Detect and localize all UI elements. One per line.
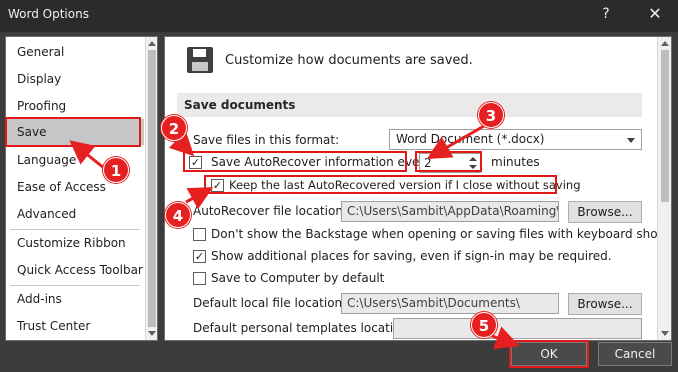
sidebar-item-display[interactable]: Display xyxy=(6,66,144,92)
autorecover-minutes-value: 2 xyxy=(424,156,432,170)
save-format-label: Save files in this format: xyxy=(193,133,340,147)
browse-button-local[interactable]: Browse... xyxy=(568,293,642,315)
dont-show-backstage-checkbox[interactable] xyxy=(193,228,206,241)
ok-button[interactable]: OK xyxy=(511,342,587,366)
panel-scrollbar[interactable] xyxy=(657,37,671,340)
show-additional-label: Show additional places for saving, even … xyxy=(211,249,612,263)
show-additional-checkbox[interactable]: ✓ xyxy=(193,250,206,263)
sidebar-item-customize-ribbon[interactable]: Customize Ribbon xyxy=(6,230,144,256)
scrollbar-thumb[interactable] xyxy=(661,50,669,202)
floppy-disk-icon xyxy=(187,47,213,73)
cancel-button[interactable]: Cancel xyxy=(598,342,672,366)
window-title: Word Options xyxy=(8,7,89,21)
sidebar-item-advanced[interactable]: Advanced xyxy=(6,201,144,227)
help-icon[interactable]: ? xyxy=(594,6,618,26)
close-icon[interactable]: ✕ xyxy=(640,4,670,28)
annotation-badge-3: 3 xyxy=(478,102,504,128)
scroll-down-icon[interactable] xyxy=(661,331,669,336)
sidebar-item-general[interactable]: General xyxy=(6,39,144,65)
keep-last-checkbox[interactable]: ✓ xyxy=(211,179,224,192)
dont-show-backstage-label: Don't show the Backstage when opening or… xyxy=(211,227,672,241)
default-templates-label: Default personal templates location: xyxy=(193,321,413,335)
save-to-computer-label: Save to Computer by default xyxy=(211,271,385,285)
sidebar-item-trust-center[interactable]: Trust Center xyxy=(6,313,144,339)
scroll-down-icon[interactable] xyxy=(148,331,156,336)
minutes-label: minutes xyxy=(491,155,540,169)
options-sidebar: General Display Proofing Save Language E… xyxy=(5,36,158,341)
annotation-badge-2: 2 xyxy=(161,115,187,141)
sidebar-item-add-ins[interactable]: Add-ins xyxy=(6,286,144,312)
autorecover-checkbox[interactable]: ✓ xyxy=(189,156,202,169)
default-templates-field[interactable] xyxy=(393,318,642,339)
sidebar-item-save[interactable]: Save xyxy=(6,119,144,145)
sidebar-scrollbar[interactable] xyxy=(145,37,157,340)
save-format-value: Word Document (*.docx) xyxy=(396,132,545,146)
section-title: Save documents xyxy=(177,93,642,117)
annotation-badge-1: 1 xyxy=(103,157,129,183)
save-to-computer-checkbox[interactable] xyxy=(193,272,206,285)
keep-last-label: Keep the last AutoRecovered version if I… xyxy=(229,178,581,192)
scrollbar-thumb[interactable] xyxy=(148,50,156,327)
autorecover-location-label: AutoRecover file location: xyxy=(193,204,347,218)
autorecover-location-field[interactable]: C:\Users\Sambit\AppData\Roaming\Microsof… xyxy=(341,201,559,222)
panel-header-text: Customize how documents are saved. xyxy=(225,53,473,68)
scroll-up-icon[interactable] xyxy=(148,41,156,46)
browse-button[interactable]: Browse... xyxy=(568,201,642,223)
default-local-field[interactable]: C:\Users\Sambit\Documents\ xyxy=(341,293,559,314)
stepper-up-icon[interactable] xyxy=(467,155,479,163)
annotation-badge-4: 4 xyxy=(165,202,191,228)
annotation-badge-5: 5 xyxy=(471,312,497,338)
sidebar-item-quick-access-toolbar[interactable]: Quick Access Toolbar xyxy=(6,257,144,283)
autorecover-label: Save AutoRecover information every xyxy=(211,155,432,169)
save-format-dropdown[interactable]: Word Document (*.docx) xyxy=(389,129,642,150)
default-local-label: Default local file location: xyxy=(193,296,347,310)
sidebar-item-proofing[interactable]: Proofing xyxy=(6,93,144,119)
scroll-up-icon[interactable] xyxy=(661,41,669,46)
stepper-down-icon[interactable] xyxy=(467,163,479,171)
title-bar: Word Options ? ✕ xyxy=(0,0,678,32)
save-options-panel: Customize how documents are saved. Save … xyxy=(164,36,672,341)
autorecover-minutes-stepper[interactable]: 2 xyxy=(419,153,481,173)
chevron-down-icon xyxy=(627,138,635,143)
